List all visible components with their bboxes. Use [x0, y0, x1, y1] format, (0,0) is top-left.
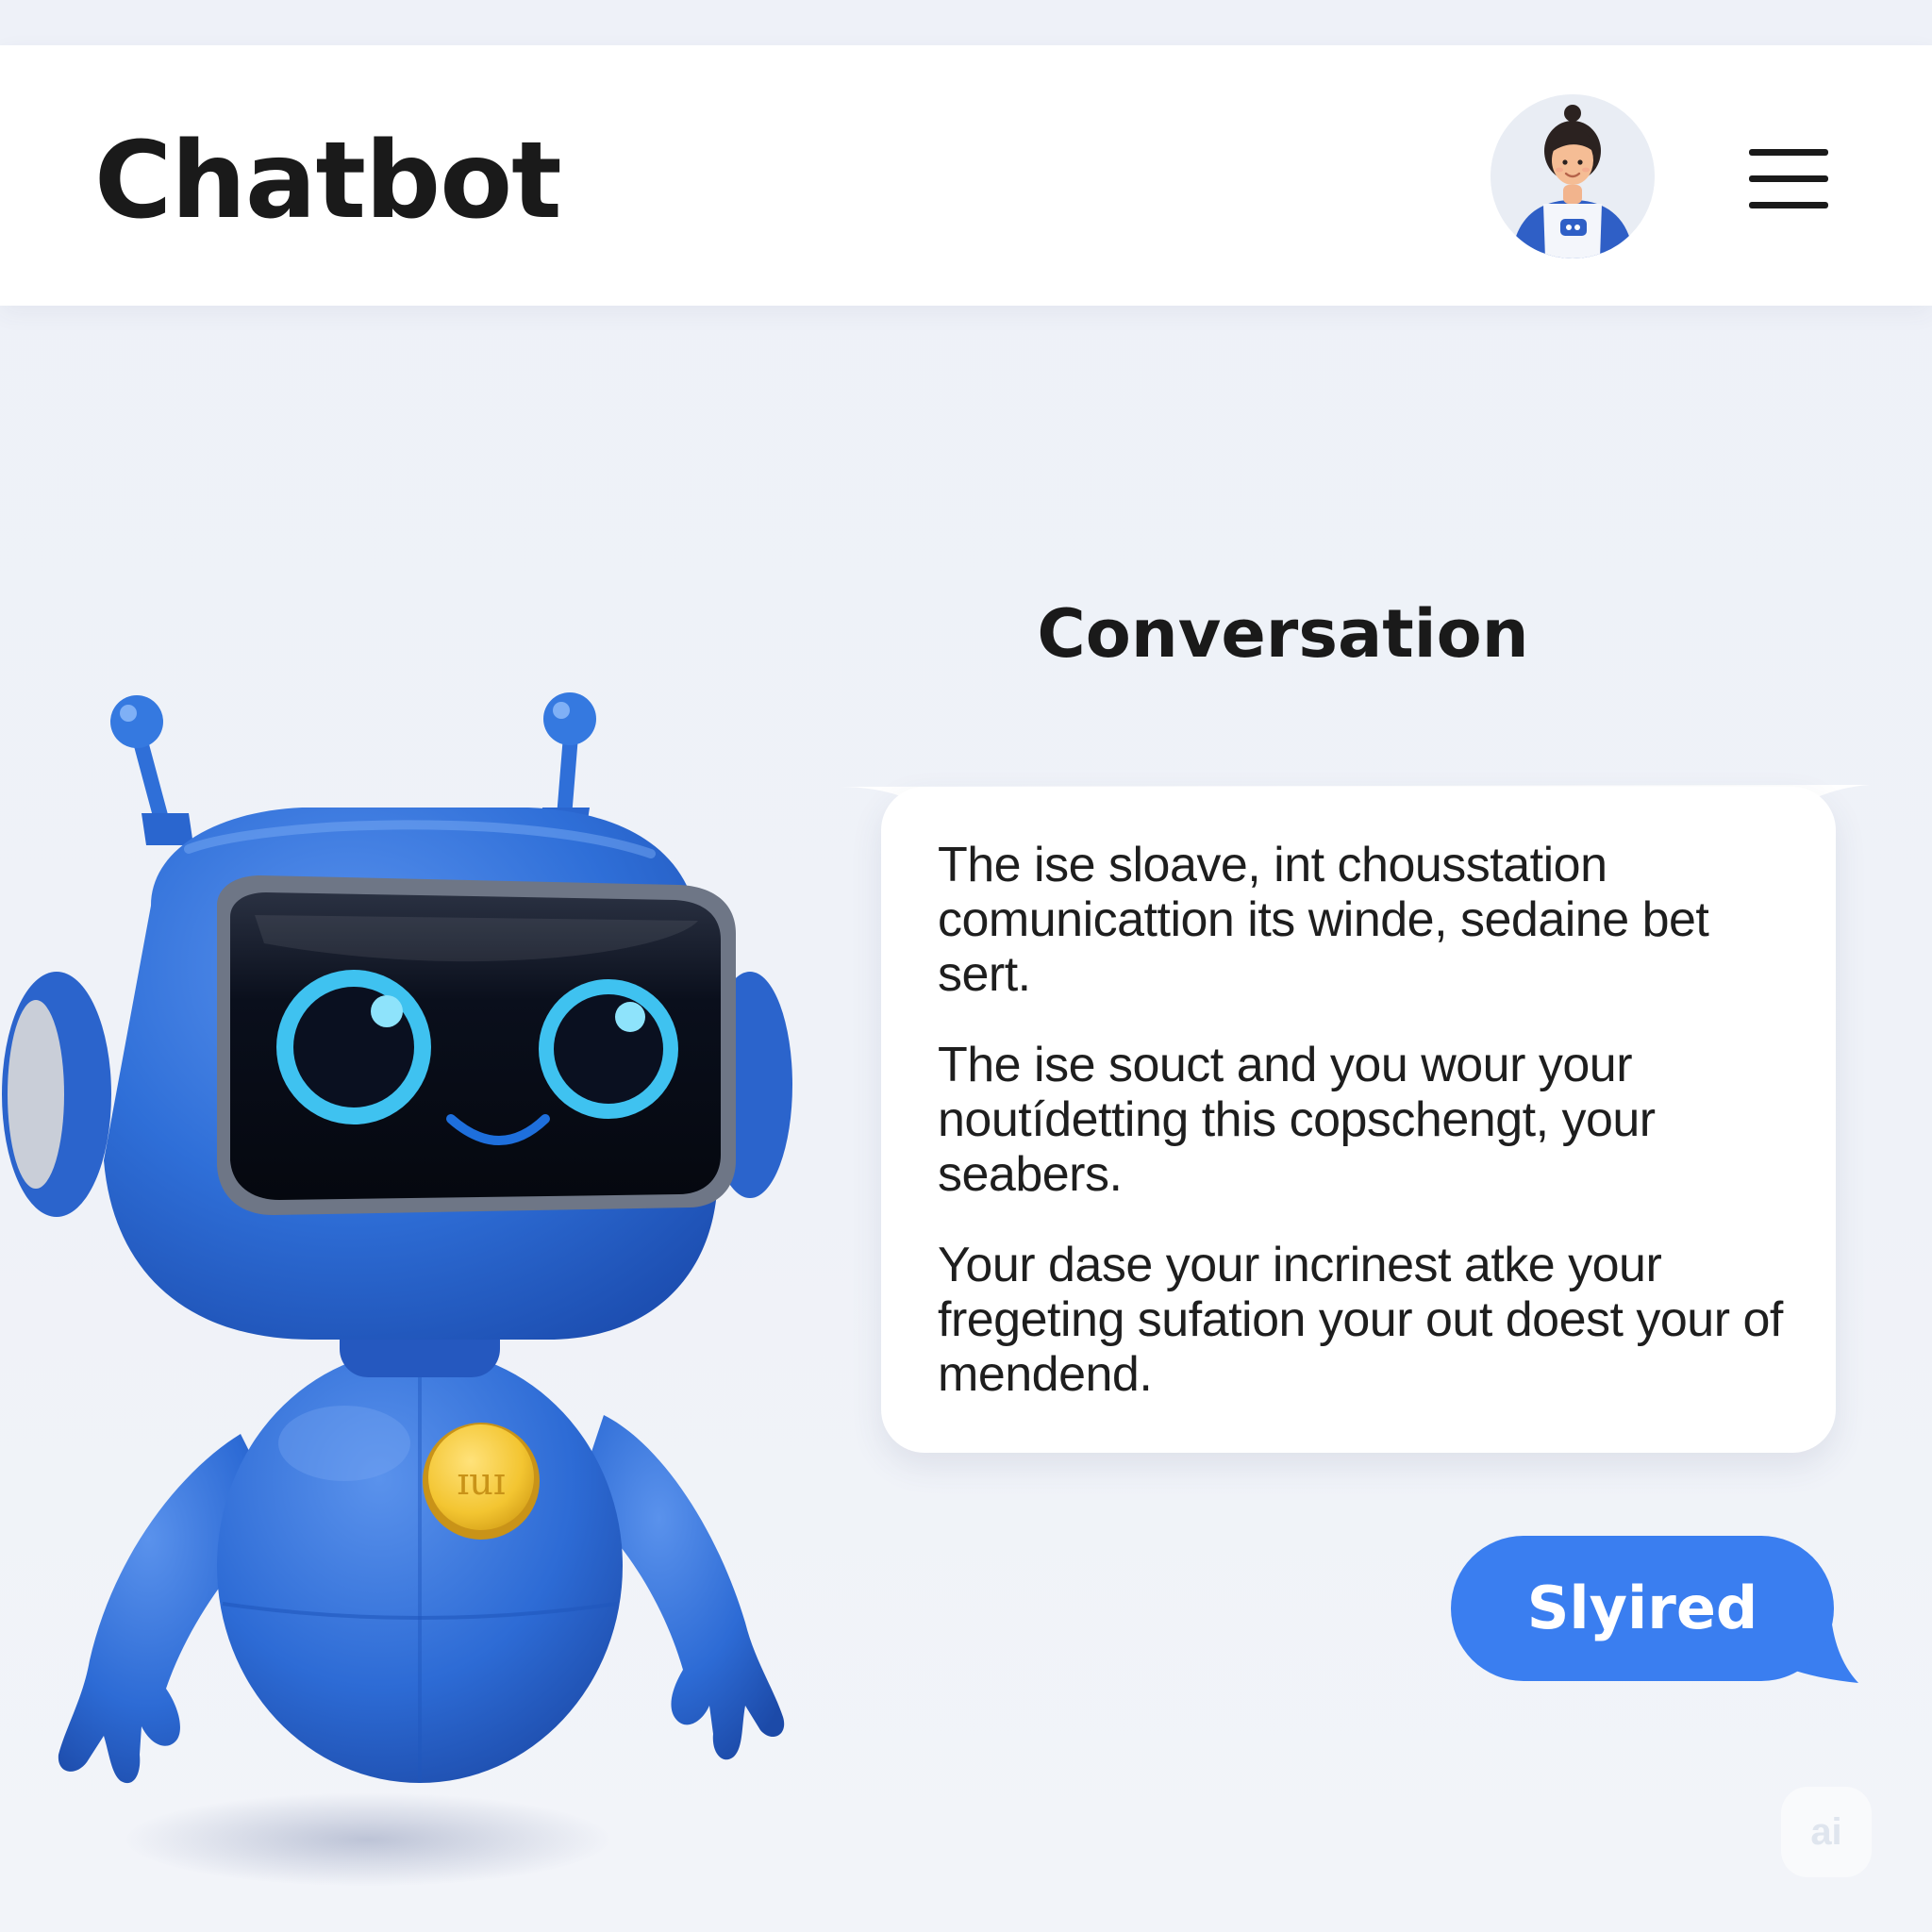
bot-message-bubble: The ise sloave, int chousstation comunic…: [881, 787, 1836, 1453]
chatbot-page: Chatbot Conversation The ise sloave, int…: [0, 0, 1932, 1932]
hamburger-menu-button[interactable]: [1747, 142, 1830, 217]
ai-watermark-text: ai: [1810, 1811, 1842, 1853]
bot-message-paragraph: Your dase your incrinest atke your frege…: [938, 1238, 1783, 1402]
robot-badge-text: ɪuɪ: [457, 1460, 505, 1504]
user-reply-label: Slyired: [1526, 1574, 1758, 1642]
bot-message-paragraph: The ise sloave, int chousstation comunic…: [938, 838, 1709, 1002]
user-avatar[interactable]: [1491, 94, 1655, 258]
app-title: Chatbot: [94, 120, 562, 242]
user-reply-bubble[interactable]: Slyired: [1451, 1536, 1834, 1681]
robot-mascot-icon: ɪuɪ: [2, 692, 792, 1784]
ai-watermark: ai: [1781, 1787, 1872, 1877]
user-avatar-icon: [1491, 94, 1655, 258]
conversation-title: Conversation: [1037, 595, 1529, 673]
bot-message-paragraph: The ise souct and you wour your noutídet…: [938, 1038, 1656, 1202]
